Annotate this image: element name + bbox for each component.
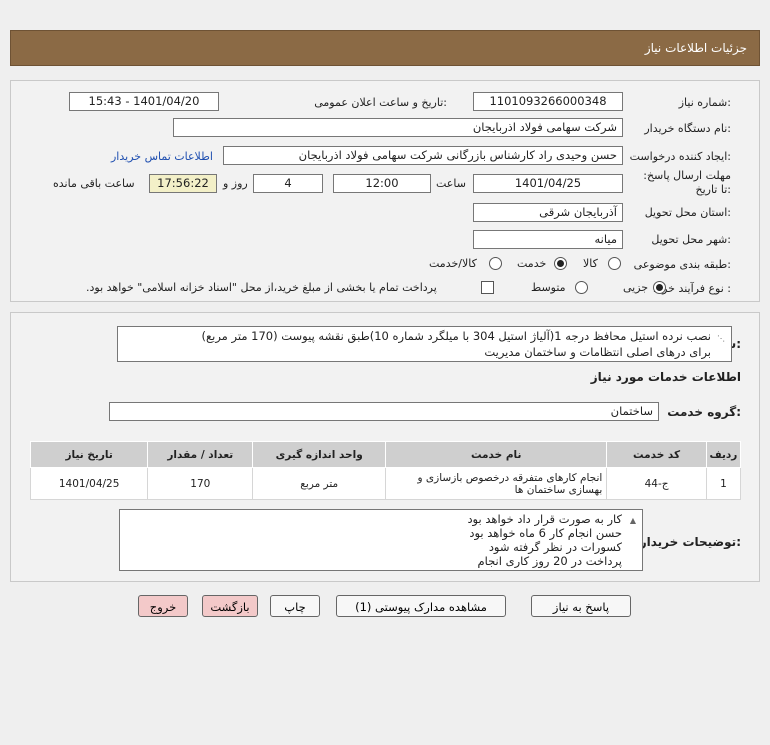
note-line-2: حسن انجام کار 6 ماه خواهد بود <box>469 526 622 540</box>
exit-button[interactable]: خروج <box>138 595 188 617</box>
summary-field: ⋰ نصب نرده استیل محافظ درجه 1(آلیاژ استی… <box>117 326 732 362</box>
category-radio-goods[interactable] <box>608 257 621 270</box>
note-line-3: کسورات در نظر گرفته شود <box>488 540 622 554</box>
buyer-notes-label: توضیحات خریدار: <box>639 535 741 549</box>
attachments-button[interactable]: مشاهده مدارک پیوستی (1) <box>336 595 506 617</box>
treasury-payment-checkbox[interactable] <box>481 281 494 294</box>
buyer-org-field: شرکت سهامی فولاد اذربایجان <box>173 118 623 137</box>
back-button[interactable]: بازگشت <box>202 595 258 617</box>
deadline-label: مهلت ارسال پاسخ: تا تاریخ: <box>643 169 731 196</box>
service-group-label: گروه خدمت: <box>667 405 741 419</box>
category-radio-goods-service[interactable] <box>489 257 502 270</box>
days-field: 4 <box>253 174 323 193</box>
process-radio-medium[interactable] <box>575 281 588 294</box>
category-label: طبقه بندی موضوعی: <box>633 258 731 271</box>
province-label: استان محل تحویل: <box>644 206 731 219</box>
cell-row: 1 <box>705 467 742 500</box>
category-option-goods: کالا <box>583 257 598 270</box>
summary-line-2: برای درهای اصلی انتظامات و ساختمان مدیری… <box>484 345 711 359</box>
need-number-field: 1101093266000348 <box>473 92 623 111</box>
province-field: آذربایجان شرقی <box>473 203 623 222</box>
treasury-payment-text: پرداخت تمام یا بخشی از مبلغ خرید،از محل … <box>86 281 437 294</box>
creator-field: حسن وحیدی راد کارشناس بازرگانی شرکت سهام… <box>223 146 623 165</box>
process-radio-minor[interactable] <box>653 281 666 294</box>
need-info-panel: شماره نیاز: 1101093266000348 تاریخ و ساع… <box>10 80 760 302</box>
page-title: جزئیات اطلاعات نیاز <box>644 41 747 55</box>
remaining-time-field: 17:56:22 <box>149 174 217 193</box>
announce-label: تاریخ و ساعت اعلان عمومی: <box>314 96 447 109</box>
buyer-org-label: نام دستگاه خریدار: <box>644 122 731 135</box>
creator-label: ایجاد کننده درخواست: <box>629 150 731 163</box>
summary-line-1: نصب نرده استیل محافظ درجه 1(آلیاژ استیل … <box>201 329 711 343</box>
note-line-1: کار به صورت قرار داد خواهد بود <box>467 512 622 526</box>
table-header-row: ردیف کد خدمت نام خدمت واحد اندازه گیری ت… <box>29 441 742 468</box>
deadline-date-field: 1401/04/25 <box>473 174 623 193</box>
category-option-goods-service: کالا/خدمت <box>429 257 477 270</box>
cell-date: 1401/04/25 <box>29 467 149 500</box>
table-row: 1 ج-44 انجام کارهای متفرقه درخصوص بازساز… <box>29 467 742 500</box>
reply-button[interactable]: پاسخ به نیاز <box>531 595 631 617</box>
service-group-field: ساختمان <box>109 402 659 421</box>
contact-buyer-link[interactable]: اطلاعات تماس خریدار <box>111 150 213 163</box>
services-heading: اطلاعات خدمات مورد نیاز <box>590 370 741 384</box>
process-option-minor: جزیی <box>623 281 649 294</box>
col-qty-header: تعداد / مقدار <box>147 441 254 468</box>
col-date-header: تاریخ نیاز <box>29 441 149 468</box>
resize-grip-icon[interactable]: ⋰ <box>717 331 725 343</box>
city-label: شهر محل تحویل: <box>651 233 731 246</box>
deadline-time-field: 12:00 <box>333 174 431 193</box>
category-radio-service[interactable] <box>554 257 567 270</box>
cell-unit: متر مربع <box>252 467 387 500</box>
page-header: جزئیات اطلاعات نیاز <box>10 30 760 66</box>
remaining-label: ساعت باقی مانده <box>53 177 135 190</box>
process-option-medium: متوسط <box>531 281 566 294</box>
category-option-service: خدمت <box>517 257 547 270</box>
need-number-label: شماره نیاز: <box>678 96 731 109</box>
city-field: میانه <box>473 230 623 249</box>
buyer-notes-field: ▲ کار به صورت قرار داد خواهد بود حسن انج… <box>119 509 643 571</box>
services-table: ردیف کد خدمت نام خدمت واحد اندازه گیری ت… <box>29 441 742 500</box>
col-unit-header: واحد اندازه گیری <box>252 441 387 468</box>
note-line-4: پرداخت در 20 روز کاری انجام <box>477 554 623 568</box>
col-name-header: نام خدمت <box>385 441 608 468</box>
print-button[interactable]: چاپ <box>270 595 320 617</box>
col-code-header: کد خدمت <box>606 441 707 468</box>
scroll-up-icon[interactable]: ▲ <box>628 514 636 525</box>
cell-code: ج-44 <box>606 467 707 500</box>
announce-field: 1401/04/20 - 15:43 <box>69 92 219 111</box>
cell-name: انجام کارهای متفرقه درخصوص بازسازی و بهس… <box>385 467 608 500</box>
need-details-panel: شرح کلی نیاز: ⋰ نصب نرده استیل محافظ درج… <box>10 312 760 582</box>
days-label: روز و <box>223 177 248 190</box>
cell-qty: 170 <box>147 467 254 500</box>
col-row-header: ردیف <box>705 441 742 468</box>
deadline-time-label: ساعت <box>436 177 466 190</box>
